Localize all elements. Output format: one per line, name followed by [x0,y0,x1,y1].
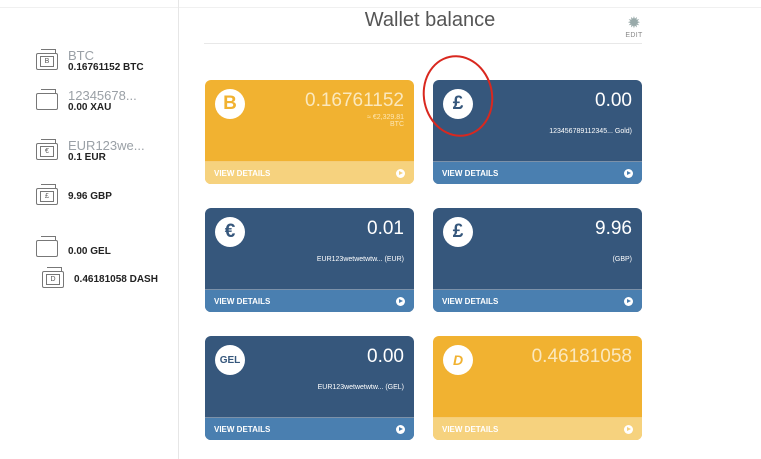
card-amount: 0.46181058 [531,346,632,367]
wallet-icon: B [36,49,58,70]
view-details-button[interactable]: VIEW DETAILS [205,290,414,312]
sidebar-item-gel[interactable]: 0.00 GEL [36,235,111,258]
gear-icon: ✹ [627,15,641,32]
view-details-label: VIEW DETAILS [214,424,271,434]
card-amount: 0.01 [367,218,404,239]
gel-icon: GEL [215,345,245,375]
sidebar-item-name: BTC [68,48,94,63]
view-details-button[interactable]: VIEW DETAILS [433,290,642,312]
card-amount: 0.16761152 [305,90,404,111]
card-label: EUR123wetwetwtw... (EUR) [316,256,404,263]
sidebar-item-name: EUR123we... [68,138,145,153]
wallet-icon: £ [36,184,58,205]
page-title: Wallet balance [364,9,496,31]
arrow-right-icon [624,168,633,178]
wallet-icon: D [42,267,64,288]
view-details-label: VIEW DETAILS [442,296,499,306]
view-details-button[interactable]: VIEW DETAILS [433,418,642,440]
card-currency: BTC [390,121,404,128]
wallet-card-eur[interactable]: € 0.01 EUR123wetwetwtw... (EUR) VIEW DET… [205,208,414,312]
sidebar-divider [178,0,179,459]
pound-icon: £ [443,217,473,247]
sidebar-item-balance: 0.1 EUR [68,152,106,163]
sidebar-item-btc[interactable]: B BTC 0.16761152 BTC [36,49,144,74]
view-details-button[interactable]: VIEW DETAILS [433,162,642,184]
sidebar-item-balance: 0.16761152 BTC [68,62,144,73]
sidebar-item-gbp[interactable]: £ 9.96 GBP [36,184,112,205]
view-details-label: VIEW DETAILS [214,168,271,178]
card-label: 123456789112345... Gold) [549,128,632,135]
arrow-right-icon [396,424,405,434]
wallet-card-dash[interactable]: D 0.46181058 VIEW DETAILS [433,336,642,440]
view-details-label: VIEW DETAILS [214,296,271,306]
wallet-card-gbp[interactable]: £ 9.96 (GBP) VIEW DETAILS [433,208,642,312]
sidebar-item-xau[interactable]: 12345678... 0.00 XAU [36,89,137,114]
header-divider [204,43,642,44]
view-details-button[interactable]: VIEW DETAILS [205,162,414,184]
sidebar-item-balance: 0.00 GEL [68,246,111,257]
bitcoin-icon: B [215,89,245,119]
top-divider [0,7,761,8]
arrow-right-icon [624,424,633,434]
card-label: (GBP) [612,256,632,263]
view-details-button[interactable]: VIEW DETAILS [205,418,414,440]
arrow-right-icon [396,296,405,306]
wallet-icon [36,89,58,110]
wallet-icon: € [36,139,58,160]
dash-icon: D [443,345,473,375]
wallet-icon [36,235,58,257]
sidebar-item-balance: 9.96 GBP [68,190,112,202]
sidebar-item-name: 12345678... [68,88,137,103]
sidebar-item-eur[interactable]: € EUR123we... 0.1 EUR [36,139,145,164]
arrow-right-icon [396,168,405,178]
edit-button[interactable]: ✹ EDIT [623,15,645,40]
card-amount: 9.96 [595,218,632,239]
sidebar-item-balance: 0.46181058 DASH [74,273,158,285]
sidebar-item-dash[interactable]: D 0.46181058 DASH [42,267,158,288]
wallet-card-btc[interactable]: B 0.16761152 ≈ €2,329.81 BTC VIEW DETAIL… [205,80,414,184]
card-amount: 0.00 [367,346,404,367]
view-details-label: VIEW DETAILS [442,168,499,178]
euro-icon: € [215,217,245,247]
edit-label: EDIT [625,32,643,39]
card-fiat-value: ≈ €2,329.81 [367,114,404,121]
view-details-label: VIEW DETAILS [442,424,499,434]
arrow-right-icon [624,296,633,306]
sidebar-item-balance: 0.00 XAU [68,102,112,113]
wallet-card-gel[interactable]: GEL 0.00 EUR123wetwetwtw... (GEL) VIEW D… [205,336,414,440]
card-label: EUR123wetwetwtw... (GEL) [317,384,404,391]
card-amount: 0.00 [595,90,632,111]
